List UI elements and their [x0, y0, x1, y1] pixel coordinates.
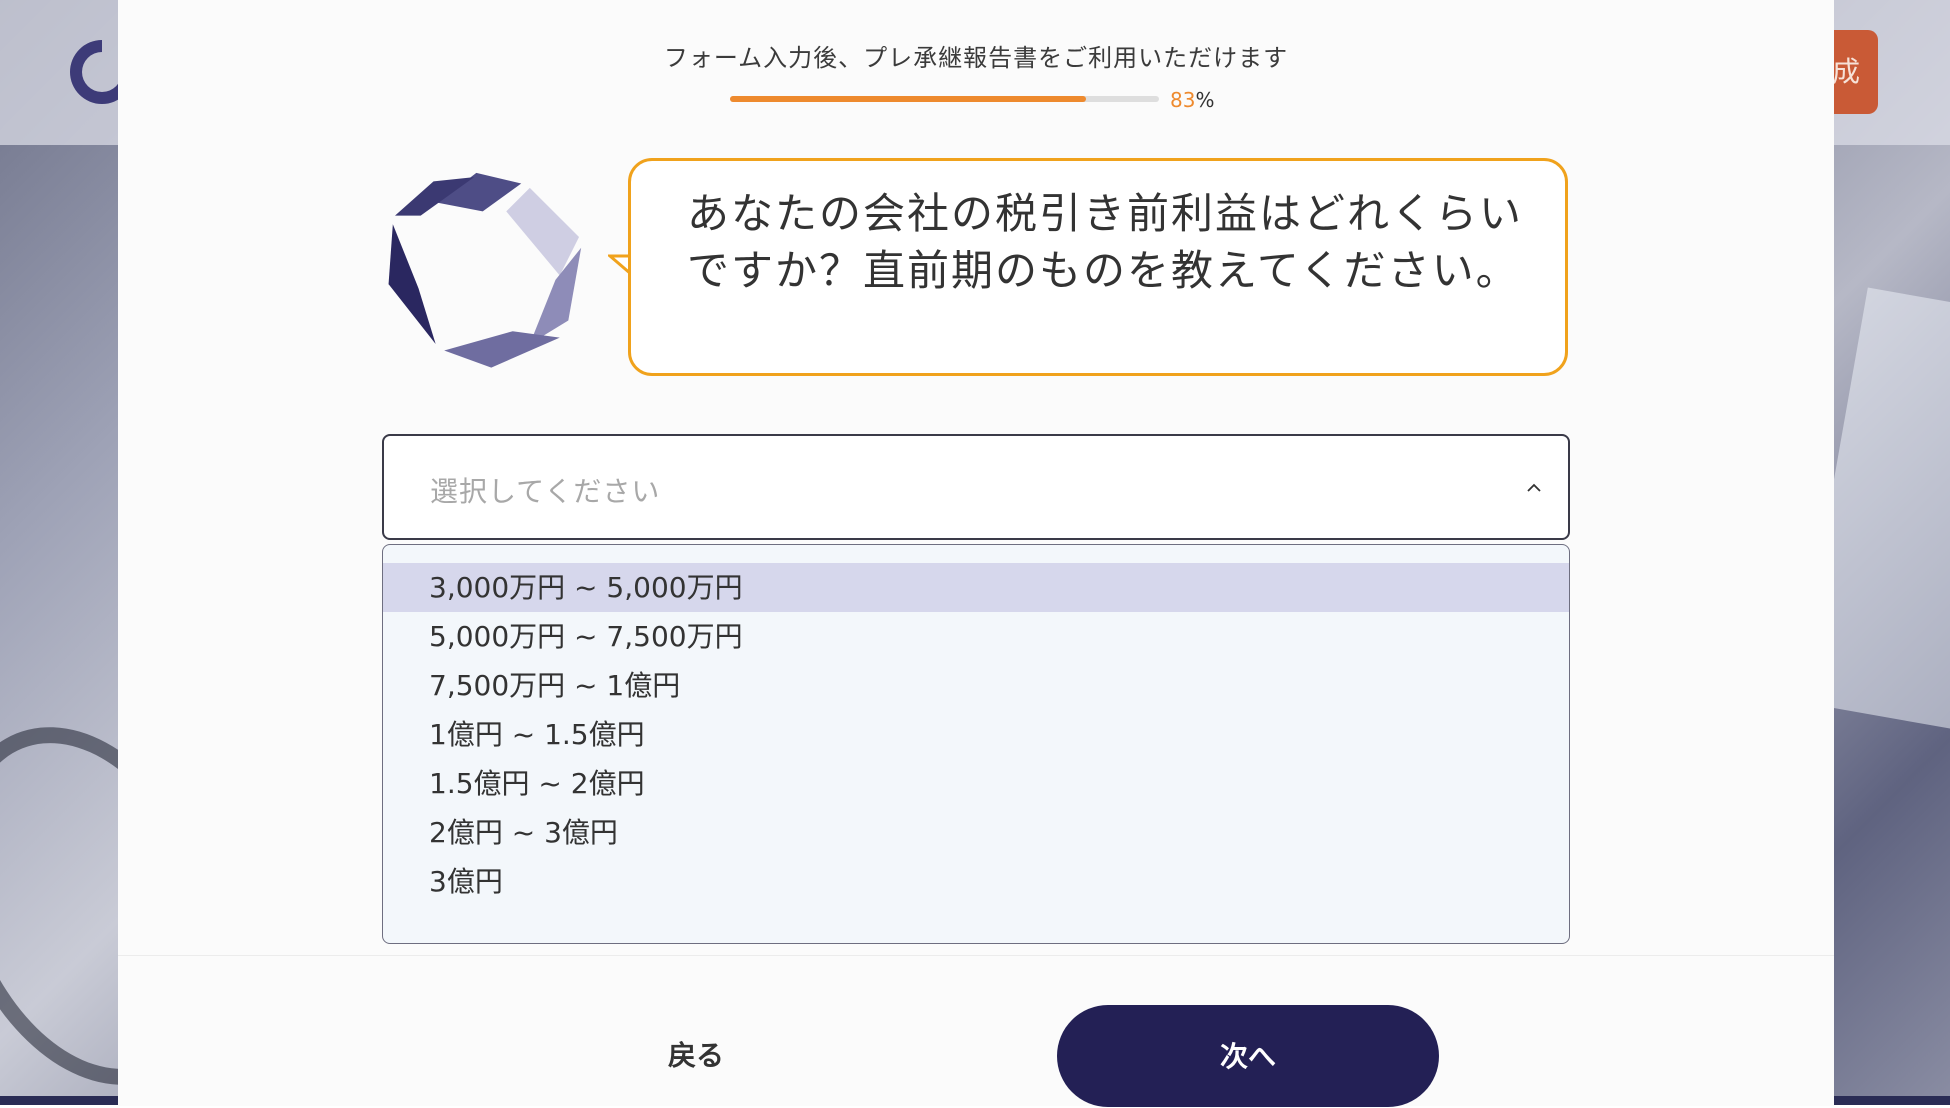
- select-option[interactable]: 5,000万円 ~ 7,500万円: [383, 612, 1569, 661]
- chevron-up-icon: [1527, 483, 1541, 492]
- select-dropdown-list[interactable]: 3,000万円 ~ 5,000万円 5,000万円 ~ 7,500万円 7,50…: [382, 544, 1570, 944]
- progress-percent-sign: %: [1195, 88, 1215, 112]
- select-option[interactable]: 1億円 ~ 1.5億円: [383, 710, 1569, 759]
- progress-percent: 83%: [1170, 88, 1214, 112]
- progress-bar: [730, 96, 1159, 102]
- modal-footer: 戻る 次へ: [118, 955, 1834, 1107]
- select-option[interactable]: 2億円 ~ 3億円: [383, 808, 1569, 857]
- profit-select[interactable]: 選択してください: [382, 434, 1570, 540]
- question-modal: フォーム入力後、プレ承継報告書をご利用いただけます 83% あなたの会社の税引き…: [118, 0, 1834, 1107]
- company-logo-icon: [388, 172, 582, 368]
- select-option[interactable]: 1.5億円 ~ 2億円: [383, 759, 1569, 808]
- select-option[interactable]: 3,000万円 ~ 5,000万円: [383, 563, 1569, 612]
- question-text: あなたの会社の税引き前利益はどれくらいですか？直前期のものを教えてください。: [687, 189, 1524, 295]
- next-button[interactable]: 次へ: [1057, 1005, 1439, 1107]
- progress-caption: フォーム入力後、プレ承継報告書をご利用いただけます: [663, 44, 1289, 72]
- select-option[interactable]: 7,500万円 ~ 1億円: [383, 661, 1569, 710]
- back-button[interactable]: 戻る: [668, 1034, 724, 1074]
- question-bubble: あなたの会社の税引き前利益はどれくらいですか？直前期のものを教えてください。: [628, 158, 1568, 376]
- select-placeholder: 選択してください: [430, 475, 661, 508]
- progress-percent-value: 83: [1170, 88, 1196, 112]
- select-option[interactable]: 3億円: [383, 857, 1569, 906]
- progress-bar-fill: [730, 96, 1087, 102]
